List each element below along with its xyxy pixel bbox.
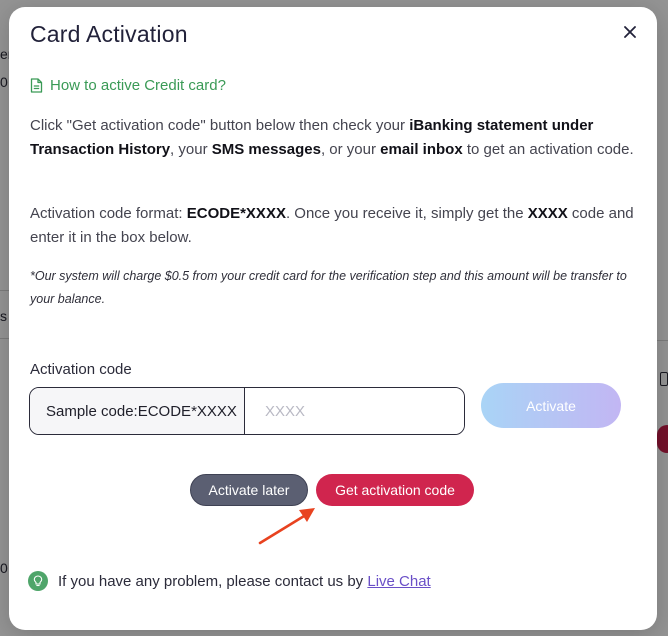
- instruction-emphasis: email inbox: [380, 141, 463, 158]
- format-emphasis: XXXX: [527, 205, 568, 222]
- instruction-text: to get an activation code.: [462, 141, 634, 158]
- instruction-emphasis: SMS messages: [211, 141, 321, 158]
- format-text: Activation code format:: [30, 205, 187, 222]
- live-chat-link[interactable]: Live Chat: [367, 573, 430, 590]
- instruction-text: Click "Get activation code" button below…: [30, 117, 410, 134]
- format-paragraph: Activation code format: ECODE*XXXX. Once…: [30, 202, 640, 250]
- activation-code-field: Sample code:ECODE*XXXX: [29, 387, 465, 435]
- modal-title: Card Activation: [30, 21, 188, 47]
- instruction-paragraph: Click "Get activation code" button below…: [30, 114, 640, 162]
- instruction-text: , your: [170, 141, 212, 158]
- close-button[interactable]: [619, 21, 641, 43]
- format-text: . Once you receive it, simply get the: [285, 205, 528, 222]
- format-emphasis: ECODE*XXXX: [186, 205, 286, 222]
- activate-later-button[interactable]: Activate later: [190, 474, 308, 506]
- annotation-arrow-icon: [258, 508, 315, 545]
- instruction-text: , or your: [320, 141, 381, 158]
- charge-note: *Our system will charge $0.5 from your c…: [30, 269, 627, 306]
- howto-link[interactable]: How to active Credit card?: [30, 77, 226, 94]
- howto-link-label: How to active Credit card?: [50, 77, 226, 94]
- sample-code-prefix: Sample code:ECODE*XXXX: [30, 388, 245, 434]
- help-line: If you have any problem, please contact …: [28, 571, 431, 591]
- activate-button[interactable]: Activate: [481, 383, 621, 428]
- document-icon: [30, 78, 43, 93]
- activation-code-input[interactable]: [245, 388, 464, 434]
- card-activation-modal: Card Activation How to active Credit car…: [9, 7, 657, 630]
- get-activation-code-button[interactable]: Get activation code: [316, 474, 474, 506]
- activation-code-label: Activation code: [30, 361, 132, 378]
- help-text: If you have any problem, please contact …: [58, 572, 368, 590]
- close-icon: [624, 26, 636, 38]
- lightbulb-icon: [28, 571, 48, 591]
